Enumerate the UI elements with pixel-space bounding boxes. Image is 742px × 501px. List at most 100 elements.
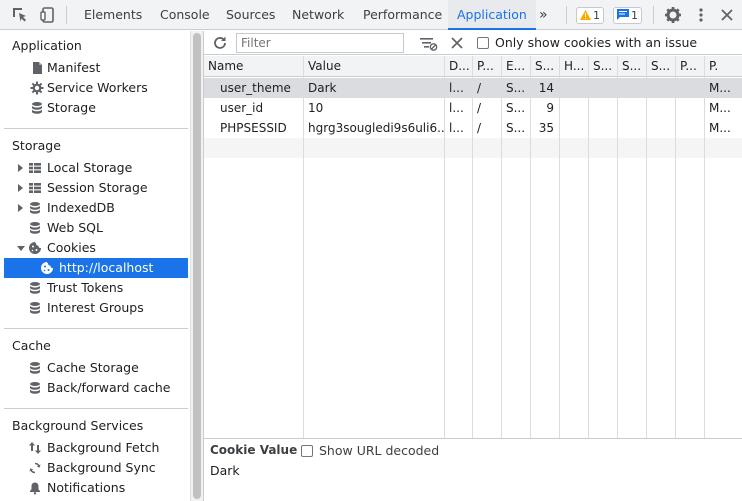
show-url-decoded-checkbox[interactable] (301, 445, 313, 457)
sidebar-item-cache-storage[interactable]: Cache Storage (4, 358, 188, 378)
message-icon (617, 8, 629, 24)
cookie-name: user_theme (220, 81, 291, 95)
column-header-domain[interactable]: D... (445, 56, 472, 77)
cookie-name: user_id (220, 101, 264, 115)
sidebar-item-cookies-localhost[interactable]: http://localhost (4, 258, 188, 278)
expand-arrow-icon[interactable] (18, 184, 23, 192)
cookie-priority: M... (709, 81, 731, 95)
show-url-decoded-label[interactable]: Show URL decoded (319, 443, 439, 458)
sidebar-item-session-storage[interactable]: Session Storage (4, 178, 188, 198)
database-icon (28, 221, 42, 235)
sidebar-item-web-sql[interactable]: Web SQL (4, 218, 188, 238)
tab-performance[interactable]: Performance (363, 0, 442, 30)
column-divider[interactable] (588, 56, 589, 438)
column-header-size[interactable]: S... (531, 56, 559, 77)
sidebar-item-background-fetch[interactable]: Background Fetch (4, 438, 188, 458)
database-icon (28, 381, 42, 395)
sidebar-item-service-workers[interactable]: Service Workers (4, 78, 188, 98)
sidebar-item-trust-tokens[interactable]: Trust Tokens (4, 278, 188, 298)
column-header-name[interactable]: Name (204, 56, 303, 77)
column-divider[interactable] (617, 56, 618, 438)
sidebar-item-label: Interest Groups (47, 300, 144, 315)
collapse-arrow-icon[interactable] (17, 246, 25, 251)
column-divider[interactable] (675, 56, 676, 438)
filter-input[interactable] (236, 33, 404, 53)
column-header-path[interactable]: P... (473, 56, 501, 77)
table-row-empty[interactable] (204, 138, 742, 158)
cookie-name: PHPSESSID (220, 121, 287, 135)
more-tabs-button[interactable]: » (539, 0, 548, 30)
sidebar-item-notifications[interactable]: Notifications (4, 478, 188, 498)
tab-elements[interactable]: Elements (84, 0, 142, 30)
column-header-expires[interactable]: E... (502, 56, 530, 77)
database-icon (28, 281, 42, 295)
refresh-icon[interactable] (210, 33, 230, 53)
database-icon (28, 361, 42, 375)
inspect-element-icon[interactable] (10, 5, 30, 25)
expand-arrow-icon[interactable] (18, 164, 23, 172)
tab-network[interactable]: Network (292, 0, 344, 30)
column-header-httponly[interactable]: H... (560, 56, 588, 77)
sidebar-item-back-forward-cache[interactable]: Back/forward cache (4, 378, 188, 398)
only-issue-checkbox[interactable] (477, 37, 489, 49)
sidebar-item-label: Notifications (47, 480, 126, 495)
database-icon (30, 101, 44, 115)
cookie-path: / (477, 101, 482, 115)
message-count: 1 (631, 9, 638, 22)
devtools-tab-bar: Elements Console Sources Network Perform… (0, 0, 742, 30)
tab-console[interactable]: Console (160, 0, 210, 30)
column-header-priority[interactable]: P. (705, 56, 742, 77)
sidebar-item-label: Trust Tokens (47, 280, 124, 295)
column-header-secure[interactable]: S... (589, 56, 617, 77)
devtools-window: Elements Console Sources Network Perform… (0, 0, 742, 501)
warnings-badge[interactable]: 1 (576, 7, 604, 24)
sidebar-item-label: Web SQL (47, 220, 103, 235)
column-header-sameparty[interactable]: S... (647, 56, 675, 77)
tab-sources[interactable]: Sources (226, 0, 275, 30)
warning-count: 1 (593, 9, 600, 22)
cookie-size: 14 (538, 81, 554, 95)
column-divider[interactable] (646, 56, 647, 438)
cookie-expires: S... (506, 121, 526, 135)
document-icon (30, 61, 44, 75)
section-divider (4, 128, 188, 129)
cookie-value-text[interactable]: Dark (210, 463, 240, 478)
cookie-size: 35 (538, 121, 554, 135)
sidebar-item-interest-groups[interactable]: Interest Groups (4, 298, 188, 318)
section-heading-cache: Cache (12, 338, 51, 353)
close-icon[interactable] (717, 5, 737, 25)
sidebar-item-label: Background Fetch (47, 440, 160, 455)
column-header-value[interactable]: Value (304, 56, 444, 77)
cookie-value-title: Cookie Value (210, 443, 298, 457)
sidebar-item-local-storage[interactable]: Local Storage (4, 158, 188, 178)
cookie-path: / (477, 81, 482, 95)
cookie-domain: l... (449, 101, 464, 115)
section-heading-background-services: Background Services (12, 418, 144, 433)
more-vertical-icon[interactable] (691, 5, 711, 25)
sidebar-item-storage-overview[interactable]: Storage (4, 98, 188, 118)
device-toolbar-icon[interactable] (38, 5, 58, 25)
expand-arrow-icon[interactable] (18, 204, 23, 212)
sidebar-item-indexeddb[interactable]: IndexedDB (4, 198, 188, 218)
sidebar-item-label: Storage (47, 100, 96, 115)
column-header-partition-key[interactable]: P... (676, 56, 704, 77)
messages-badge[interactable]: 1 (613, 7, 642, 24)
cookie-expires: S... (506, 81, 526, 95)
sidebar-item-manifest[interactable]: Manifest (4, 58, 188, 78)
cookies-table: Name Value D... P... E... S... H... S...… (204, 56, 742, 438)
warning-icon (580, 9, 591, 24)
sidebar-item-cookies[interactable]: Cookies (4, 238, 188, 258)
gear-icon[interactable] (663, 5, 683, 25)
column-divider[interactable] (559, 56, 560, 438)
clear-all-icon[interactable] (447, 33, 467, 53)
sync-icon (28, 461, 42, 475)
only-issue-label[interactable]: Only show cookies with an issue (495, 35, 697, 50)
clear-filtered-icon[interactable] (418, 33, 438, 53)
sidebar-item-background-sync[interactable]: Background Sync (4, 458, 188, 478)
cookie-priority: M... (709, 121, 731, 135)
cookie-expires: S... (506, 101, 526, 115)
column-header-samesite[interactable]: S... (618, 56, 646, 77)
database-icon (28, 301, 42, 315)
tab-application[interactable]: Application (448, 0, 536, 30)
sidebar-scrollbar-thumb[interactable] (193, 33, 201, 499)
